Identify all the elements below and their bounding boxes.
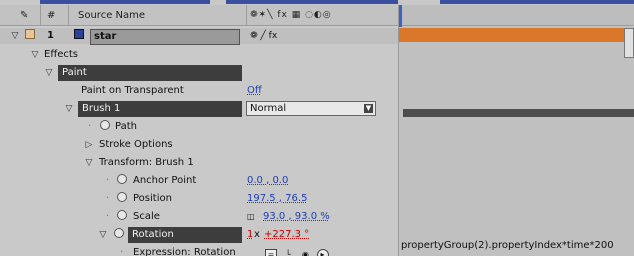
panel-tab-3[interactable]: [440, 0, 634, 4]
stroke-options-row[interactable]: ▷ Stroke Options: [0, 136, 398, 154]
stroke-options-label: Stroke Options: [99, 139, 173, 150]
effects-group-row[interactable]: ▽ Effects: [0, 46, 398, 64]
rotation-degrees-value[interactable]: +227.3 °: [264, 226, 309, 244]
layer-duration-bar[interactable]: [399, 28, 634, 42]
effects-label: Effects: [44, 49, 78, 60]
scale-row[interactable]: · Scale ◫ 93.0 , 93.0 %: [0, 208, 398, 226]
effects-twirl-icon[interactable]: ▽: [30, 46, 40, 64]
rotation-label[interactable]: Rotation: [128, 227, 242, 243]
layer-index: 1: [47, 30, 54, 41]
rotation-row[interactable]: ▽ Rotation 1 x +227.3 °: [0, 226, 398, 244]
transform-twirl-icon[interactable]: ▽: [84, 154, 94, 172]
anchor-point-value[interactable]: 0.0 , 0.0: [247, 172, 288, 190]
label-column-icon[interactable]: ✎: [20, 5, 28, 26]
rotation-stopwatch-icon[interactable]: [114, 226, 124, 244]
scale-label: Scale: [133, 211, 160, 222]
expression-pick-whip-icon[interactable]: ◉: [299, 250, 311, 256]
expression-rotation-row[interactable]: · Expression: Rotation = └ ◉ ▸: [0, 244, 398, 256]
paint-on-transparent-row: Paint on Transparent Off: [0, 82, 398, 100]
chevron-down-icon: ▼: [364, 104, 373, 113]
layer-name[interactable]: star: [90, 29, 240, 45]
rotation-twirl-icon[interactable]: ▽: [98, 226, 108, 244]
layer-twirl-down-icon[interactable]: ▽: [10, 28, 20, 46]
layer-row-star[interactable]: ▽ 1 star ❁ ╱ fx: [0, 28, 398, 46]
rotation-times-sign: x: [254, 229, 260, 240]
scale-value[interactable]: 93.0 , 93.0 %: [263, 208, 330, 226]
layer-label-color[interactable]: [25, 28, 35, 46]
panel-tab-1[interactable]: [40, 0, 210, 4]
panel-side-button[interactable]: [624, 28, 634, 58]
scale-stopwatch-icon[interactable]: [117, 208, 127, 226]
path-label: Path: [115, 121, 137, 132]
timeline-panel: propertyGroup(2).propertyIndex*time*200: [398, 5, 634, 256]
time-ruler[interactable]: [399, 5, 634, 26]
anchor-point-row[interactable]: · Anchor Point 0.0 , 0.0: [0, 172, 398, 190]
expression-rotation-label: Expression: Rotation: [133, 247, 236, 256]
brush-duration-bar[interactable]: [403, 109, 634, 117]
column-header-number[interactable]: #: [47, 5, 55, 26]
transform-group-row[interactable]: ▽ Transform: Brush 1: [0, 154, 398, 172]
constrain-proportions-link-icon[interactable]: ◫: [247, 208, 255, 226]
panel-tab-2[interactable]: [226, 0, 398, 4]
paint-twirl-icon[interactable]: ▽: [44, 64, 54, 82]
enable-expression-icon[interactable]: =: [265, 249, 277, 256]
paint-effect-row[interactable]: ▽ Paint: [0, 64, 398, 82]
anchor-point-stopwatch-icon[interactable]: [117, 172, 127, 190]
path-row[interactable]: · Path: [0, 118, 398, 136]
position-value[interactable]: 197.5 , 76.5: [247, 190, 307, 208]
brush-twirl-icon[interactable]: ▽: [64, 100, 74, 118]
position-label: Position: [133, 193, 172, 204]
column-header-row: ✎ # Source Name ❁✶╲ fx ▦ ◌◐◎: [0, 5, 398, 26]
transform-label: Transform: Brush 1: [99, 157, 194, 168]
paint-on-transparent-value[interactable]: Off: [247, 82, 262, 100]
paint-on-transparent-label: Paint on Transparent: [81, 85, 184, 96]
stroke-options-twirl-icon[interactable]: ▷: [84, 136, 94, 154]
layer-source-icon: [74, 28, 84, 46]
anchor-point-label: Anchor Point: [133, 175, 197, 186]
expression-language-menu-icon[interactable]: ▸: [316, 249, 329, 256]
position-row[interactable]: · Position 197.5 , 76.5: [0, 190, 398, 208]
switches-header-icons[interactable]: ❁✶╲ fx ▦ ◌◐◎: [250, 5, 332, 26]
paint-effect-label[interactable]: Paint: [58, 65, 242, 81]
position-stopwatch-icon[interactable]: [117, 190, 127, 208]
brush-row[interactable]: ▽ Brush 1 Normal ▼: [0, 100, 398, 118]
expression-graph-icon[interactable]: └: [282, 250, 294, 256]
path-stopwatch-icon[interactable]: [100, 118, 110, 136]
rotation-revolutions-value[interactable]: 1: [247, 226, 253, 244]
layer-switches[interactable]: ❁ ╱ fx: [250, 28, 277, 46]
brush-blend-mode-value: Normal: [250, 103, 287, 114]
column-header-source-name[interactable]: Source Name: [78, 5, 145, 26]
brush-blend-mode-dropdown[interactable]: Normal ▼: [246, 101, 376, 116]
expression-text-field[interactable]: propertyGroup(2).propertyIndex*time*200: [401, 240, 614, 251]
brush-label[interactable]: Brush 1: [78, 101, 242, 117]
current-time-indicator[interactable]: [399, 5, 402, 27]
layer-properties-panel: ✎ # Source Name ❁✶╲ fx ▦ ◌◐◎ ▽ 1 star ❁ …: [0, 5, 398, 256]
